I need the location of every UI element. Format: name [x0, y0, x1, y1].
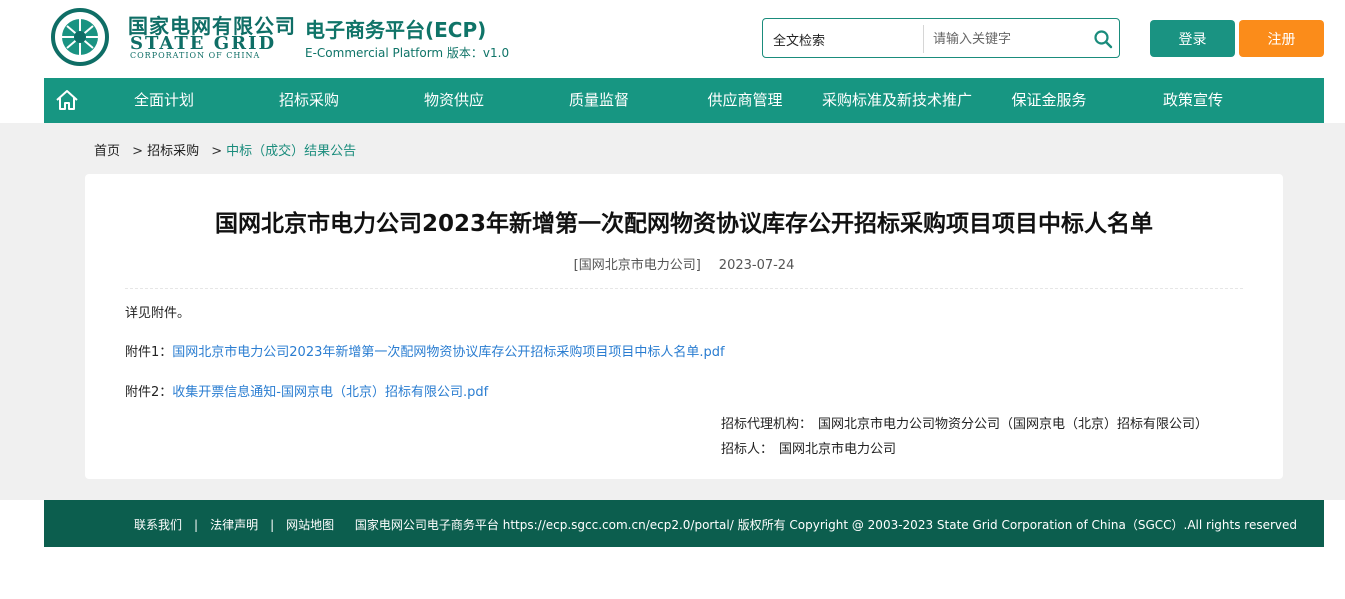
nav-item-planning[interactable]: 全面计划	[130, 78, 198, 123]
footer-link-sitemap[interactable]: 网站地图	[286, 518, 334, 532]
article-body: 详见附件。	[125, 306, 191, 321]
nav-item-quality[interactable]: 质量监督	[565, 78, 633, 123]
attachment-link[interactable]: 收集开票信息通知-国网京电（北京）招标有限公司.pdf	[172, 385, 488, 400]
home-icon[interactable]	[54, 87, 80, 113]
footer-copyright: 国家电网公司电子商务平台 https://ecp.sgcc.com.cn/ecp…	[354, 518, 1297, 532]
footer-links: 联系我们 | 法律声明 | 网站地图	[134, 516, 334, 533]
footer-link-legal[interactable]: 法律声明	[210, 518, 258, 532]
platform-version: E-Commercial Platform 版本：v1.0	[305, 46, 510, 60]
breadcrumb-procurement[interactable]: 招标采购	[147, 144, 199, 159]
article-title: 国网北京市电力公司2023年新增第一次配网物资协议库存公开招标采购项目项目中标人…	[214, 211, 1153, 237]
search-divider	[923, 25, 924, 53]
nav-item-standards[interactable]: 采购标准及新技术推广	[814, 78, 980, 123]
tenderer-value: 国网北京市电力公司	[779, 442, 897, 457]
footer: 联系我们 | 法律声明 | 网站地图 国家电网公司电子商务平台 https://ecp.…	[44, 500, 1324, 547]
platform-title: 电子商务平台(ECP)	[305, 18, 487, 42]
attachment-item: 附件1：国网北京市电力公司2023年新增第一次配网物资协议库存公开招标采购项目项…	[125, 341, 725, 360]
search-box: 全文检索	[762, 18, 1120, 58]
tenderer-row: 招标人： 国网北京市电力公司	[721, 438, 896, 457]
search-type-select[interactable]: 全文检索	[773, 30, 825, 49]
attachment-link[interactable]: 国网北京市电力公司2023年新增第一次配网物资协议库存公开招标采购项目项目中标人…	[172, 345, 724, 360]
footer-link-contact[interactable]: 联系我们	[134, 518, 182, 532]
nav-item-supply[interactable]: 物资供应	[420, 78, 488, 123]
footer-separator: |	[270, 518, 275, 532]
logo-english-subtitle: CORPORATION OF CHINA	[130, 51, 261, 60]
article-date: 2023-07-24	[718, 258, 795, 273]
search-input[interactable]	[933, 27, 1083, 51]
main-nav: 全面计划 招标采购 物资供应 质量监督 供应商管理 采购标准及新技术推广 保证金…	[44, 78, 1324, 123]
attachment-label: 附件2：	[125, 385, 173, 400]
header: 国家电网有限公司 STATE GRID CORPORATION OF CHINA…	[0, 0, 1345, 78]
agency-row: 招标代理机构： 国网北京市电力公司物资分公司（国网京电（北京）招标有限公司）	[721, 413, 1208, 432]
breadcrumb-current[interactable]: 中标（成交）结果公告	[226, 144, 356, 159]
breadcrumb: 首页 > 招标采购 > 中标（成交）结果公告	[94, 140, 360, 159]
agency-value: 国网北京市电力公司物资分公司（国网京电（北京）招标有限公司）	[818, 417, 1209, 432]
nav-item-deposit[interactable]: 保证金服务	[1006, 78, 1092, 123]
nav-item-supplier-management[interactable]: 供应商管理	[702, 78, 788, 123]
register-button[interactable]: 注册	[1239, 20, 1324, 57]
attachment-label: 附件1：	[125, 345, 173, 360]
nav-item-policy[interactable]: 政策宣传	[1159, 78, 1227, 123]
article-meta: [国网北京市电力公司] 2023-07-24	[85, 254, 1283, 273]
attachment-item: 附件2：收集开票信息通知-国网京电（北京）招标有限公司.pdf	[125, 381, 488, 400]
breadcrumb-home[interactable]: 首页	[94, 144, 120, 159]
state-grid-logo-icon	[51, 8, 109, 66]
search-icon[interactable]	[1093, 29, 1113, 49]
tenderer-label: 招标人：	[721, 442, 774, 457]
breadcrumb-separator: >	[132, 144, 144, 159]
nav-item-procurement[interactable]: 招标采购	[275, 78, 343, 123]
article-card: 国网北京市电力公司2023年新增第一次配网物资协议库存公开招标采购项目项目中标人…	[85, 174, 1283, 479]
divider	[125, 288, 1243, 289]
agency-label: 招标代理机构：	[721, 417, 813, 432]
login-button[interactable]: 登录	[1150, 20, 1235, 57]
article-source: [国网北京市电力公司]	[573, 258, 701, 273]
footer-separator: |	[194, 518, 199, 532]
breadcrumb-separator: >	[211, 144, 223, 159]
